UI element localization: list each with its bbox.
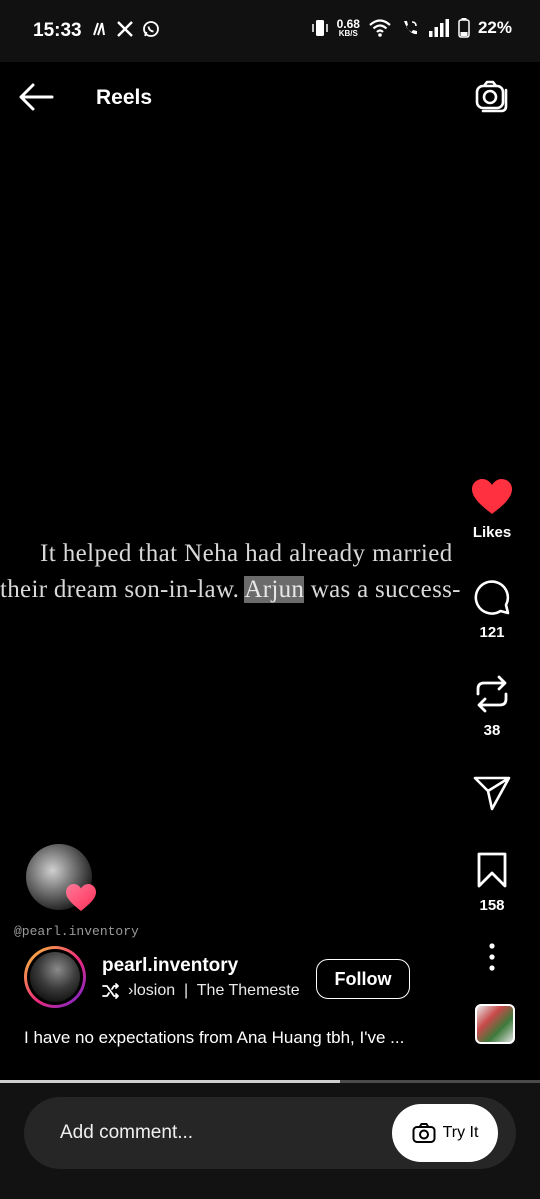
heart-icon[interactable] bbox=[471, 478, 513, 516]
camera-small-icon bbox=[412, 1123, 436, 1143]
audio-track-name: ›losion | The Themeste bbox=[128, 982, 300, 999]
reel-text-after: was a success- bbox=[304, 576, 461, 603]
reel-caption[interactable]: I have no expectations from Ana Huang tb… bbox=[24, 1028, 464, 1048]
battery-icon bbox=[458, 18, 470, 38]
author-username[interactable]: pearl.inventory bbox=[102, 955, 238, 977]
comment-input[interactable]: Add comment... Try It bbox=[24, 1097, 516, 1169]
more-options-action[interactable] bbox=[462, 942, 522, 972]
battery-percent: 22% bbox=[477, 18, 512, 37]
n-logo-icon bbox=[93, 22, 105, 36]
reel-text-line-1: It helped that Neha had already married bbox=[40, 540, 453, 567]
back-arrow-icon[interactable] bbox=[18, 82, 54, 112]
shuffle-icon bbox=[102, 983, 119, 999]
signal-icon bbox=[428, 19, 449, 37]
wifi-icon bbox=[369, 19, 391, 37]
status-system-icons: 0.68 KB/S 22% bbox=[311, 18, 512, 38]
share-action[interactable] bbox=[462, 775, 522, 811]
audio-info[interactable]: ›losion | The Themeste bbox=[102, 982, 300, 1000]
highlighted-word: Arjun bbox=[244, 576, 305, 603]
reposts-count: 38 bbox=[483, 722, 501, 739]
save-action[interactable]: 158 bbox=[462, 851, 522, 914]
reels-header: Reels bbox=[0, 62, 540, 132]
vibrate-icon bbox=[311, 20, 328, 36]
audio-thumbnail[interactable] bbox=[475, 1004, 515, 1044]
comment-icon[interactable] bbox=[473, 578, 511, 616]
bottom-comment-bar: Add comment... Try It bbox=[0, 1083, 540, 1199]
send-icon[interactable] bbox=[473, 775, 511, 811]
more-options-icon[interactable] bbox=[487, 942, 497, 972]
whatsapp-icon bbox=[143, 21, 159, 37]
repost-icon[interactable] bbox=[474, 674, 510, 714]
wifi-calling-icon bbox=[403, 21, 417, 35]
status-notification-icons bbox=[92, 20, 160, 38]
like-action[interactable]: Likes bbox=[462, 478, 522, 541]
follow-button[interactable]: Follow bbox=[316, 959, 410, 999]
saves-count: 158 bbox=[479, 897, 505, 914]
network-speed: 0.68 KB/S bbox=[336, 17, 360, 38]
status-bar: 15:33 0.68 KB/S 22% bbox=[0, 0, 540, 62]
try-it-button[interactable]: Try It bbox=[392, 1104, 498, 1162]
try-it-label: Try It bbox=[442, 1124, 479, 1141]
x-logo-icon bbox=[117, 21, 133, 37]
reel-text-before: their dream son-in-law. bbox=[0, 576, 245, 603]
comments-count: 121 bbox=[479, 624, 505, 641]
bookmark-icon[interactable] bbox=[476, 851, 508, 889]
author-avatar[interactable] bbox=[24, 946, 86, 1008]
comment-placeholder: Add comment... bbox=[60, 1122, 194, 1143]
repost-action[interactable]: 38 bbox=[462, 674, 522, 739]
reel-text-line-2: their dream son-in-law. Arjun was a succ… bbox=[0, 572, 540, 608]
status-time: 15:33 bbox=[33, 20, 82, 41]
author-avatar-image bbox=[30, 952, 80, 1002]
creator-watermark: @pearl.inventory bbox=[14, 924, 139, 939]
camera-icon[interactable] bbox=[474, 78, 510, 114]
reel-text-content: It helped that Neha had already married … bbox=[0, 536, 540, 608]
heart-badge-icon bbox=[66, 884, 96, 911]
comment-action[interactable]: 121 bbox=[462, 578, 522, 641]
page-title: Reels bbox=[96, 86, 153, 109]
likes-label: Likes bbox=[472, 524, 512, 541]
